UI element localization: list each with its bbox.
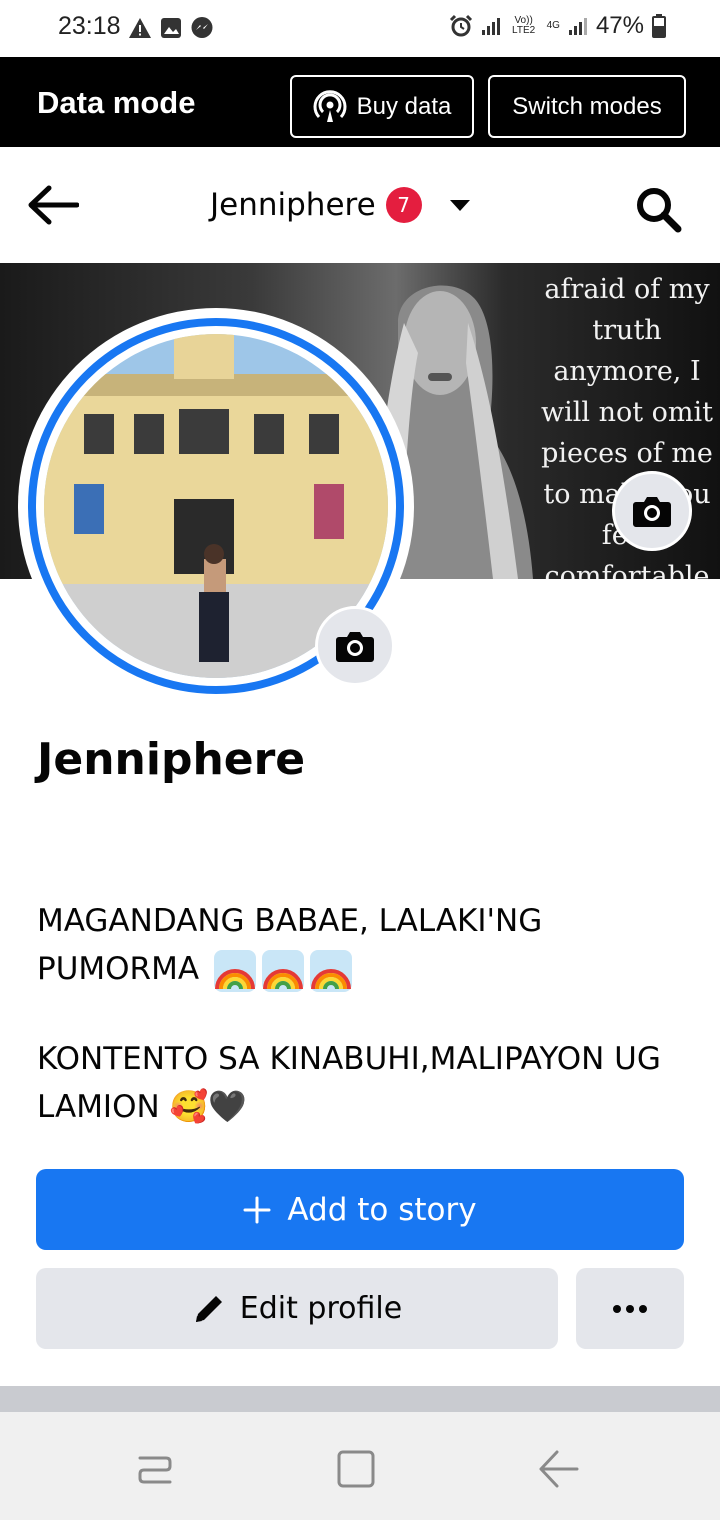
notification-badge: 7 [385, 187, 422, 223]
gallery-icon [161, 18, 181, 38]
status-bar: 23:18 Vo)) LTE2 4G 47% [0, 0, 720, 57]
back-arrow-icon[interactable] [27, 184, 79, 226]
edit-profile-button[interactable]: Edit profile [36, 1268, 558, 1349]
status-time: 23:18 [58, 12, 121, 40]
rainbow-icon [213, 949, 256, 992]
camera-icon [633, 497, 671, 527]
alarm-icon [449, 14, 472, 37]
switch-modes-button[interactable]: Switch modes [488, 75, 686, 138]
broadcast-icon [313, 89, 347, 122]
signal-icon-2 [568, 18, 587, 35]
bio-line-2-text: KONTENTO SA KINABUHI,MALIPAYON UG LAMION [37, 1041, 661, 1125]
nav-title: Jenniphere [210, 187, 376, 223]
more-dot-icon [626, 1304, 634, 1313]
section-divider [0, 1386, 720, 1412]
bio-line-2-emoji: 🥰🖤 [169, 1089, 247, 1125]
add-to-story-button[interactable]: Add to story [36, 1169, 684, 1250]
cover-camera-button[interactable] [612, 471, 692, 551]
profile-name: Jenniphere [37, 734, 306, 785]
bio-line-2: KONTENTO SA KINABUHI,MALIPAYON UG LAMION… [37, 1035, 677, 1131]
data-mode-bar: Data mode Buy data Switch modes [0, 57, 720, 147]
status-notification-icons [128, 16, 214, 40]
more-dot-icon [639, 1304, 647, 1313]
status-system-icons: Vo)) LTE2 4G 47% [449, 12, 666, 40]
battery-percent: 47% [595, 12, 644, 39]
rainbow-icon [309, 949, 352, 992]
add-to-story-label: Add to story [287, 1191, 477, 1228]
home-icon[interactable] [331, 1444, 381, 1494]
rainbow-icon [261, 949, 304, 992]
more-options-button[interactable] [576, 1268, 684, 1349]
profile-header: Jenniphere 7 [0, 147, 720, 263]
recent-apps-icon[interactable] [130, 1444, 180, 1494]
battery-icon [652, 14, 666, 38]
profile-switcher[interactable]: Jenniphere 7 [210, 187, 470, 223]
camera-icon [336, 632, 374, 662]
warning-icon [129, 18, 151, 38]
messenger-icon [191, 17, 213, 38]
buy-data-label: Buy data [356, 92, 452, 120]
plus-icon [243, 1196, 271, 1223]
network-label-lte: Vo)) LTE2 [512, 15, 536, 36]
signal-icon-1 [481, 18, 500, 35]
data-mode-title: Data mode [37, 85, 196, 120]
more-dot-icon [613, 1304, 621, 1313]
system-navigation-bar [0, 1412, 720, 1520]
search-icon[interactable] [634, 185, 682, 233]
edit-profile-label: Edit profile [239, 1291, 403, 1326]
buy-data-button[interactable]: Buy data [290, 75, 474, 138]
back-icon[interactable] [533, 1444, 583, 1494]
profile-camera-button[interactable] [315, 606, 395, 686]
bio-line-1: MAGANDANG BABAE, LALAKI'NG PUMORMA [37, 897, 677, 993]
switch-modes-label: Switch modes [512, 92, 662, 120]
chevron-down-icon [449, 199, 470, 211]
pencil-icon [195, 1295, 222, 1322]
network-label-4g: 4G [546, 20, 560, 31]
